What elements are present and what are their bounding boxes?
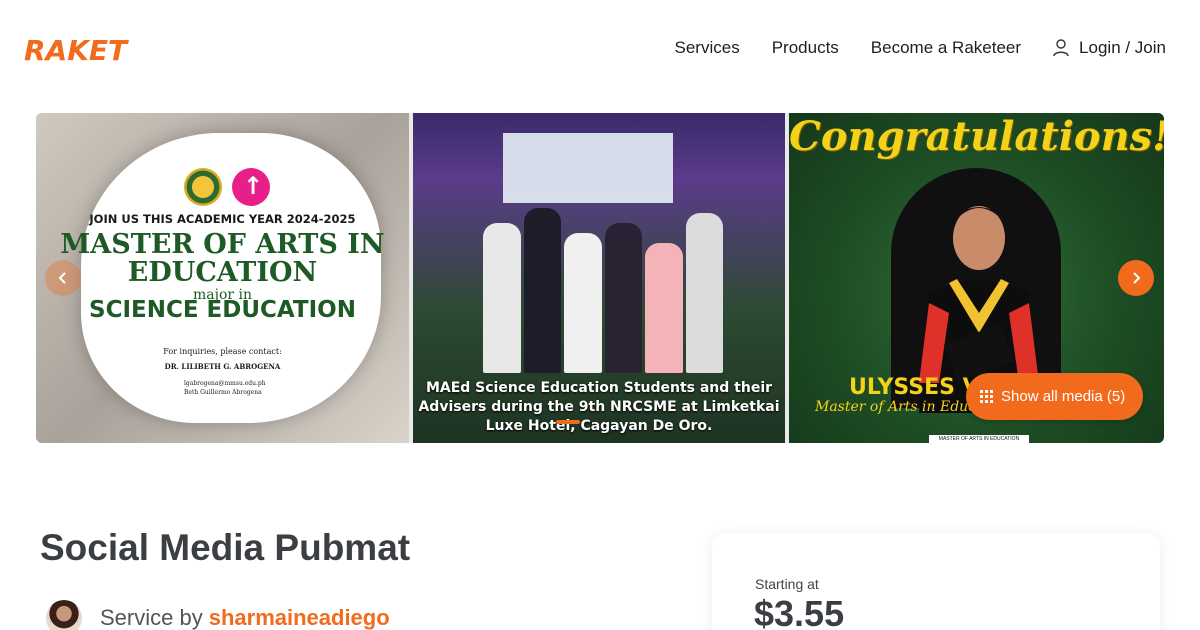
upload-logo-icon [232,168,270,206]
price-card: Starting at $3.55 [712,533,1160,630]
grid-icon [980,390,993,403]
person-figure [645,243,683,373]
poster-contact-email: lgabrogena@mmsu.edu.ph [184,380,266,387]
person-figure [523,208,561,373]
service-by-text: Service by sharmaineadiego [100,605,390,630]
nav-become-raketeer[interactable]: Become a Raketeer [871,38,1021,58]
show-all-media-label: Show all media (5) [1001,388,1126,405]
seller-username-link[interactable]: sharmaineadiego [209,605,390,630]
nav-products[interactable]: Products [772,38,839,58]
login-join-label: Login / Join [1079,38,1166,57]
person-figure [483,223,521,373]
graduate-footer: MASTER OF ARTS IN EDUCATION [929,435,1029,443]
starting-price: $3.55 [754,593,845,630]
header: RAKET Services Products Become a Raketee… [0,0,1200,100]
chevron-right-icon [1133,272,1141,284]
university-seal-icon [184,168,222,206]
service-by-row: Service by sharmaineadiego [46,600,390,630]
chevron-left-icon [58,272,66,284]
user-icon [1053,39,1069,57]
person-figure [604,223,642,373]
gallery-image-1[interactable]: JOIN US THIS ACADEMIC YEAR 2024-2025 MAS… [36,113,409,443]
gallery-position-indicator [556,420,580,424]
service-by-label: Service by [100,605,203,630]
login-join-link[interactable]: Login / Join [1053,38,1166,58]
show-all-media-button[interactable]: Show all media (5) [966,373,1144,420]
graduate-name: ULYSSES V. [849,375,986,400]
poster-program: MASTER OF ARTS IN EDUCATION [60,229,385,288]
service-title: Social Media Pubmat [40,527,411,568]
poster-contact-details: lgabrogena@mmsu.edu.ph Beth Guillermo Ab… [184,379,266,397]
person-figure [685,213,723,373]
seller-avatar[interactable] [46,600,82,630]
main-nav: Services Products Become a Raketeer Logi… [675,38,1166,58]
photo-caption: MAEd Science Education Students and thei… [418,380,780,434]
gallery-prev-button[interactable] [45,260,81,296]
poster-contact-name: DR. LILIBETH G. ABROGENA [164,362,281,371]
poster-inquiries: For inquiries, please contact: [163,347,282,356]
poster-major: SCIENCE EDUCATION [89,297,356,323]
group-photo [483,173,723,373]
person-figure [564,233,602,373]
starting-at-label: Starting at [755,576,819,592]
nav-services[interactable]: Services [675,38,740,58]
gallery-next-button[interactable] [1118,260,1154,296]
gallery-image-2[interactable]: MAEd Science Education Students and thei… [413,113,785,443]
poster-academic-year: JOIN US THIS ACADEMIC YEAR 2024-2025 [89,212,356,226]
raket-logo[interactable]: RAKET [24,34,127,67]
congratulations-heading: Congratulations! [789,113,1164,160]
poster-contact-fb: Beth Guillermo Abrogena [184,389,262,396]
